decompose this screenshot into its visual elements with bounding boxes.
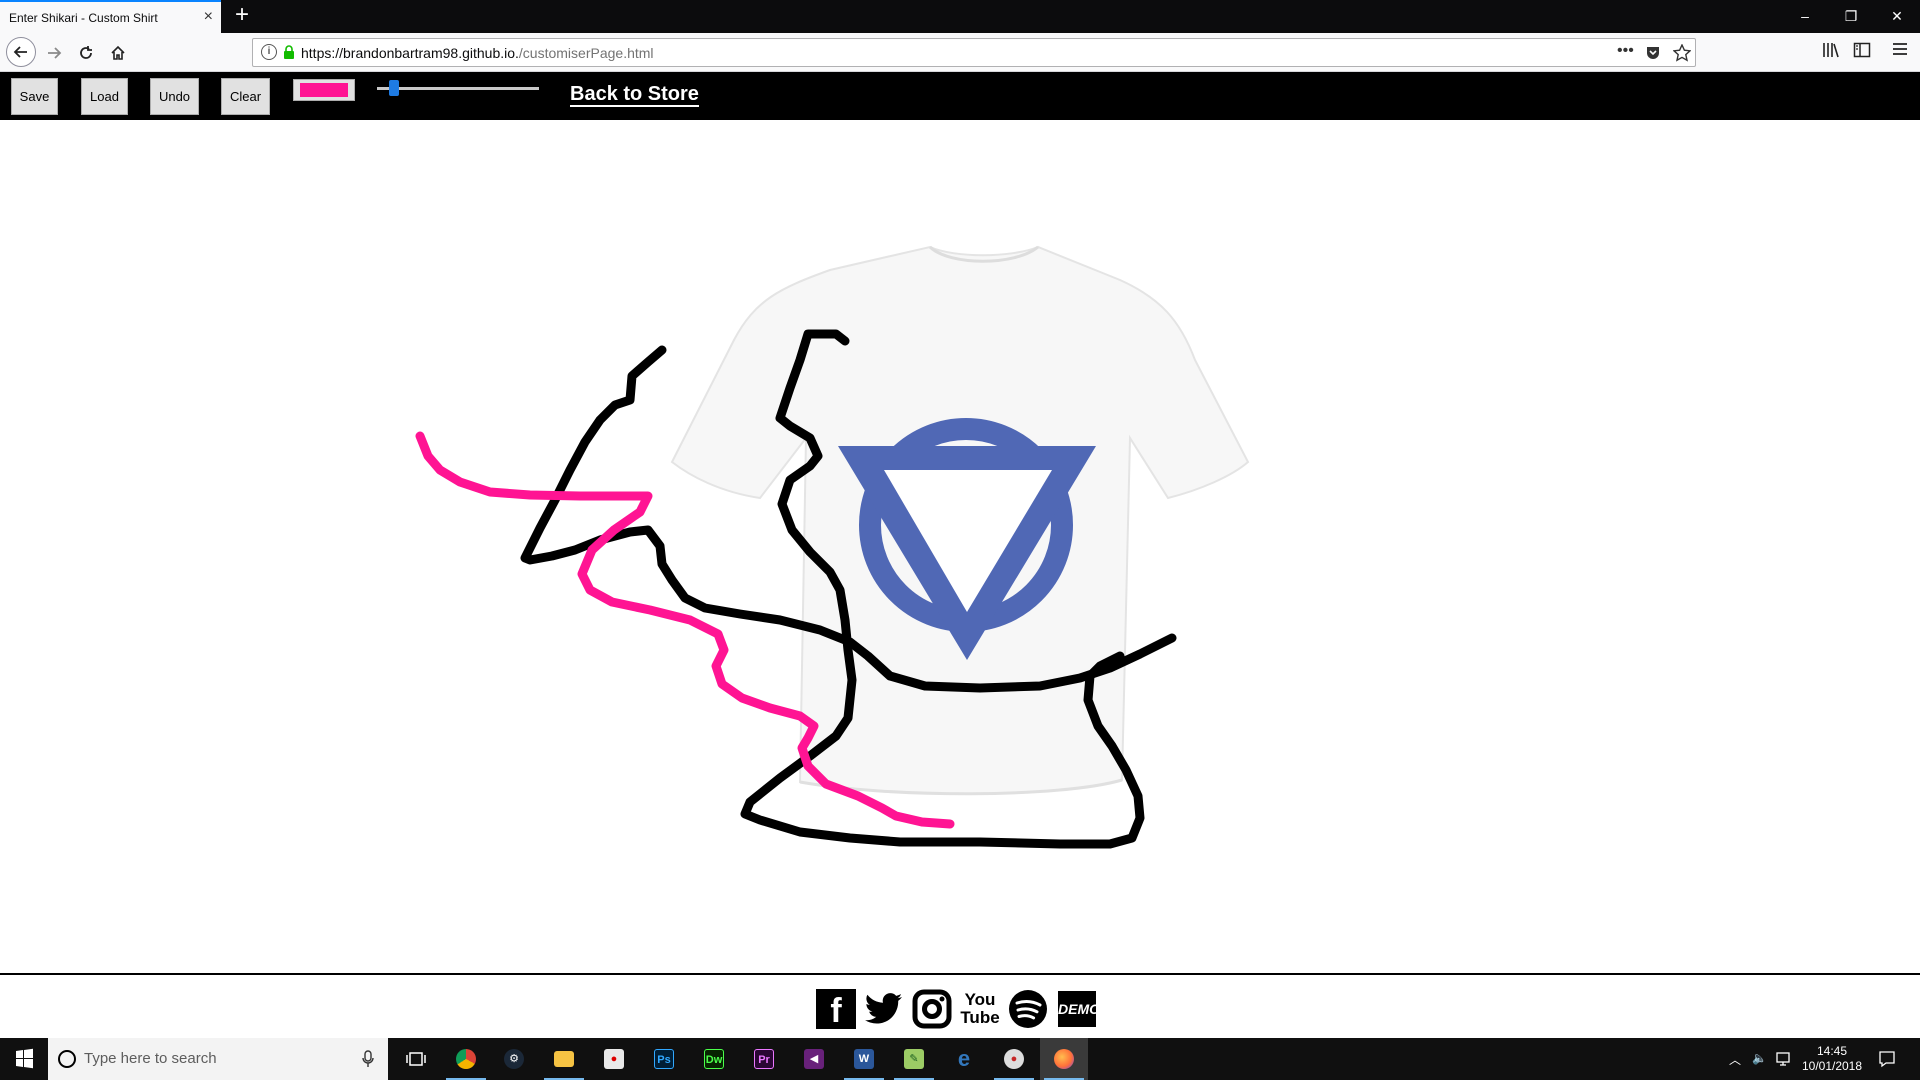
minimize-button[interactable]: – [1782,0,1828,33]
game-controller-icon: ● [604,1049,624,1069]
twitter-icon[interactable] [864,989,904,1029]
load-button[interactable]: Load [81,78,128,115]
tab-close-icon[interactable]: × [204,8,213,26]
premiere-icon: Pr [754,1049,774,1069]
info-icon[interactable]: i [261,44,277,60]
navigation-bar: i https://brandonbartram98.github.io./cu… [0,33,1920,72]
reload-button[interactable] [72,39,100,67]
firefox-taskbar-app[interactable] [1040,1038,1088,1080]
chrome-taskbar-app[interactable] [442,1038,490,1080]
demo-icon[interactable]: DEMO [1058,991,1100,1027]
windows-taskbar: Type here to search ⚙ ● Ps Dw Pr ◀ W ✎ e… [0,1038,1920,1080]
new-tab-button[interactable]: + [230,3,254,27]
back-button[interactable] [6,37,36,67]
firefox-icon [1054,1049,1074,1069]
canvas-drawing[interactable] [0,120,1920,973]
url-path: /customiserPage.html [518,45,654,61]
network-icon[interactable] [1776,1052,1792,1066]
clock-time: 14:45 [1816,1044,1848,1058]
edge-taskbar-app[interactable]: e [940,1038,988,1080]
instagram-icon[interactable] [912,989,952,1029]
bookmark-star-icon[interactable] [1673,44,1691,62]
word-taskbar-app[interactable]: W [840,1038,888,1080]
volume-icon[interactable]: 🔈 [1752,1051,1767,1065]
facebook-icon[interactable]: f [816,989,856,1030]
show-hidden-icons[interactable]: ︿ [1729,1051,1741,1068]
arrow-right-icon [48,47,62,59]
undo-button[interactable]: Undo [150,78,199,115]
home-icon [111,45,125,60]
file-explorer-taskbar-app[interactable] [540,1038,588,1080]
home-button[interactable] [104,39,132,67]
close-window-button[interactable]: ✕ [1874,0,1920,33]
spotify-icon[interactable] [1008,989,1048,1029]
back-to-store-link[interactable]: Back to Store [570,83,699,107]
visual-studio-icon: ◀ [804,1049,824,1069]
dreamweaver-icon: Dw [704,1049,724,1069]
task-view-button[interactable] [392,1038,440,1080]
page-actions-icon[interactable]: ••• [1617,42,1634,60]
brush-color-swatch [300,83,348,97]
photoshop-icon: Ps [654,1049,674,1069]
dreamweaver-taskbar-app[interactable]: Dw [690,1038,738,1080]
discord-taskbar-app[interactable]: ● [590,1038,638,1080]
taskbar-search[interactable]: Type here to search [48,1038,388,1080]
tab-strip: Enter Shikari - Custom Shirt × + – ❐ ✕ [0,0,1920,33]
edge-icon: e [957,1046,971,1071]
lock-icon [284,45,294,59]
brush-color-picker[interactable] [293,79,355,101]
search-placeholder: Type here to search [84,1050,217,1067]
folder-icon [554,1051,574,1067]
word-icon: W [854,1049,874,1069]
url-bar[interactable]: i https://brandonbartram98.github.io./cu… [252,38,1696,67]
steam-icon: ⚙ [504,1049,524,1069]
customiser-toolbar: Save Load Undo Clear Back to Store [0,72,1920,120]
system-clock[interactable]: 14:45 10/01/2018 [1797,1044,1867,1074]
restore-button[interactable]: ❐ [1828,0,1874,33]
youtube-icon[interactable]: You Tube [960,989,1000,1029]
url-text: https://brandonbartram98.github.io./cust… [301,45,654,61]
cortana-icon [58,1050,76,1068]
clear-button[interactable]: Clear [221,78,270,115]
clock-date: 10/01/2018 [1801,1059,1863,1073]
sidebar-icon[interactable] [1853,41,1871,59]
arrow-left-icon [13,46,27,58]
browser-tab[interactable]: Enter Shikari - Custom Shirt × [0,0,221,33]
pocket-icon[interactable] [1645,45,1661,61]
forward-button[interactable] [40,39,68,67]
drawing-canvas[interactable] [0,120,1920,973]
paint-icon: ● [1004,1049,1024,1069]
photoshop-taskbar-app[interactable]: Ps [640,1038,688,1080]
paint-taskbar-app[interactable]: ● [990,1038,1038,1080]
chrome-icon [456,1049,476,1069]
footer: f You Tube DEMO [0,973,1920,1038]
menu-icon[interactable] [1892,41,1908,57]
notepad-taskbar-app[interactable]: ✎ [890,1038,938,1080]
notifications-icon[interactable] [1878,1050,1896,1068]
steam-taskbar-app[interactable]: ⚙ [490,1038,538,1080]
slider-thumb[interactable] [389,80,399,96]
reload-icon [80,46,92,59]
visual-studio-taskbar-app[interactable]: ◀ [790,1038,838,1080]
tab-title: Enter Shikari - Custom Shirt [9,11,158,25]
url-host: https://brandonbartram98.github.io. [301,45,519,61]
slider-track [377,87,539,90]
save-button[interactable]: Save [11,78,58,115]
notepad-icon: ✎ [904,1049,924,1069]
task-view-icon [406,1052,426,1066]
windows-start-icon[interactable] [0,1038,48,1080]
brush-size-slider[interactable] [377,80,539,96]
customiser-page: Save Load Undo Clear Back to Store f You… [0,72,1920,1038]
premiere-taskbar-app[interactable]: Pr [740,1038,788,1080]
library-icon[interactable] [1822,41,1840,59]
microphone-icon[interactable] [362,1050,374,1068]
